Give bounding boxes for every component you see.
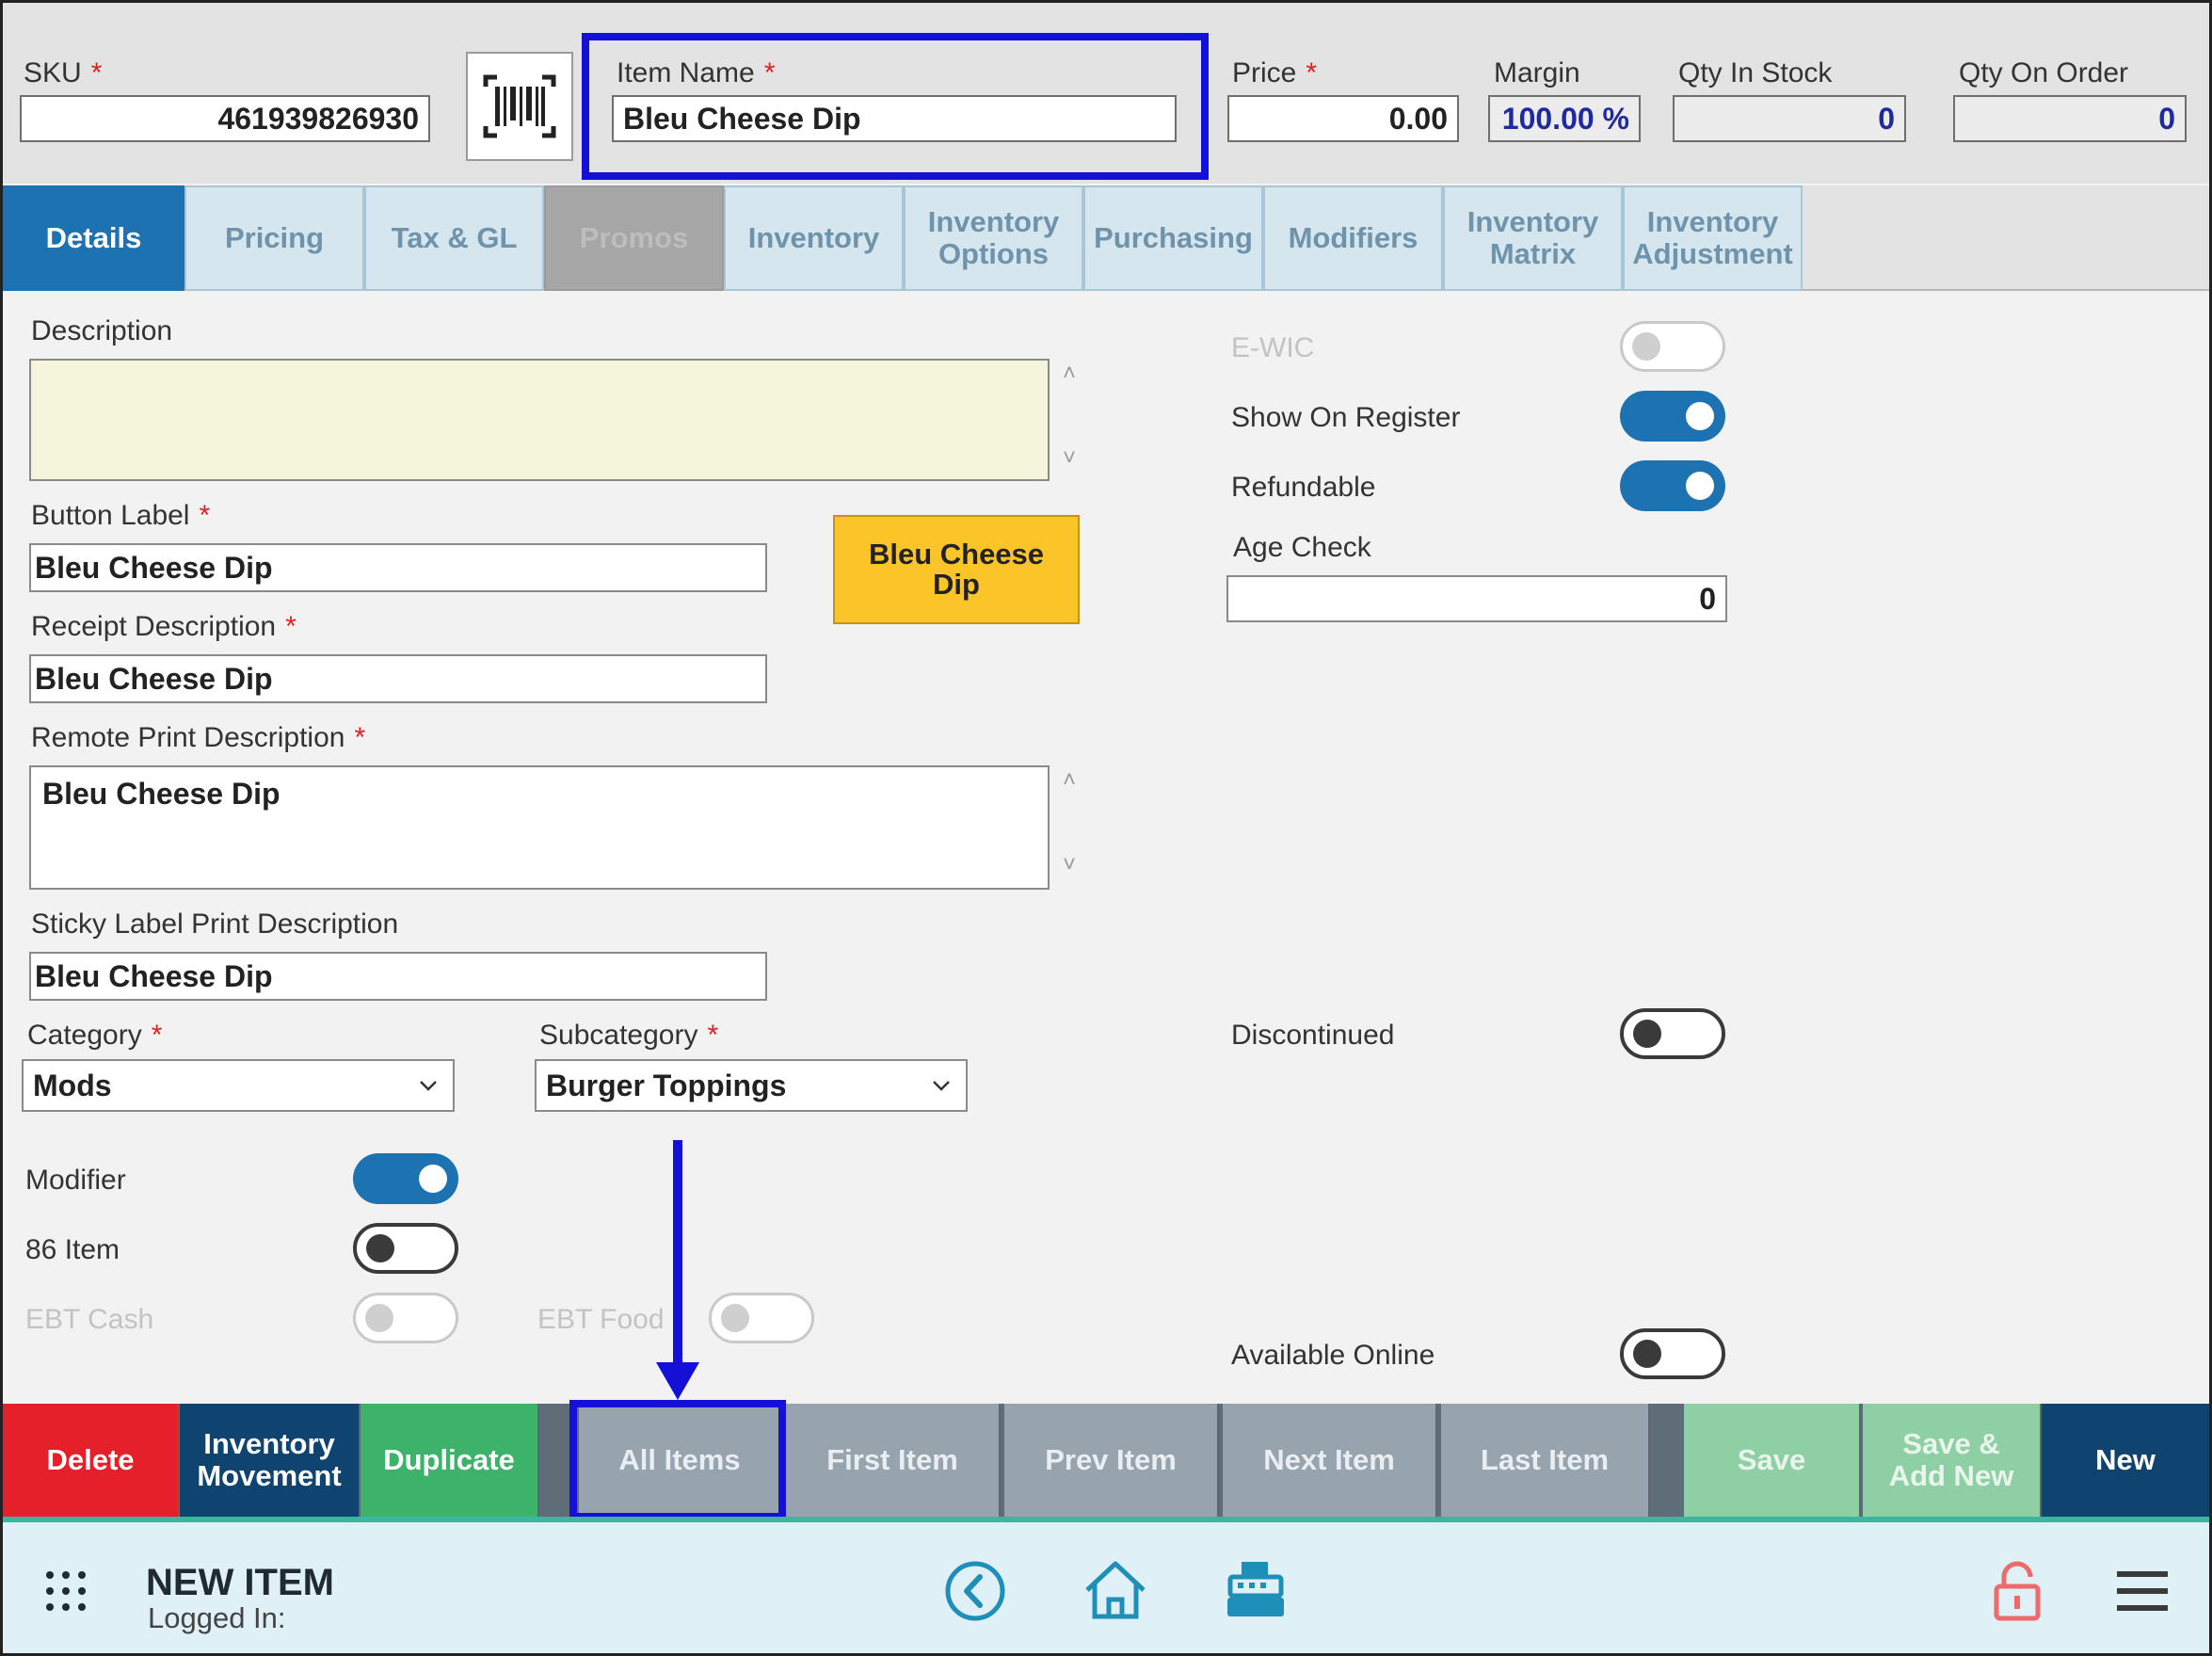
tab-details[interactable]: Details [3, 185, 184, 291]
modifier-toggle[interactable] [353, 1153, 458, 1204]
qty-on-order-value: 0 [1953, 95, 2187, 142]
available-online-label: Available Online [1231, 1340, 1435, 1371]
last-item-button[interactable]: Last Item [1441, 1404, 1650, 1517]
scroll-down-icon[interactable]: ˅ [1055, 852, 1083, 878]
arrow-down-icon [656, 1140, 699, 1400]
margin-value: 100.00 % [1488, 95, 1641, 142]
ewic-label: E-WIC [1231, 332, 1315, 363]
logged-in-label: Logged In: [148, 1601, 286, 1634]
discontinued-label: Discontinued [1231, 1020, 1395, 1051]
refundable-toggle[interactable] [1620, 460, 1725, 511]
inventory-movement-button[interactable]: Inventory Movement [180, 1404, 361, 1517]
button-label-input[interactable]: Bleu Cheese Dip [29, 543, 767, 592]
item-editor-window: SKU * 461939826930 Item Name * Bleu Cheese… [0, 0, 2212, 1656]
register-icon[interactable] [1225, 1558, 1287, 1620]
category-label: Category * [27, 1020, 163, 1051]
menu-icon[interactable] [2115, 1569, 2170, 1613]
price-input[interactable]: 0.00 [1227, 95, 1459, 142]
item86-label: 86 Item [25, 1234, 120, 1265]
barcode-scan-button[interactable] [466, 52, 573, 161]
price-label: Price * [1232, 57, 1318, 88]
age-check-input[interactable]: 0 [1226, 575, 1727, 622]
subcategory-label: Subcategory * [539, 1020, 719, 1051]
ebt-food-toggle [709, 1293, 814, 1343]
sku-input[interactable]: 461939826930 [20, 95, 430, 142]
prev-item-button[interactable]: Prev Item [1004, 1404, 1219, 1517]
toggle-knob [1686, 472, 1714, 500]
first-item-button[interactable]: First Item [786, 1404, 1001, 1517]
receipt-description-label: Receipt Description * [31, 611, 297, 642]
sticky-label-label: Sticky Label Print Description [31, 908, 399, 940]
toggle-knob [721, 1304, 749, 1332]
ebt-cash-toggle [353, 1293, 458, 1343]
tab-pricing[interactable]: Pricing [184, 185, 364, 291]
chevron-down-icon [420, 1081, 437, 1091]
footer-bar: NEW ITEM Logged In: [3, 1522, 2209, 1653]
all-items-highlight [569, 1400, 786, 1520]
barcode-icon [483, 74, 556, 138]
scroll-down-icon[interactable]: ˅ [1055, 445, 1083, 472]
qty-in-stock-value: 0 [1673, 95, 1906, 142]
button-preview: Bleu Cheese Dip [833, 515, 1080, 624]
toggle-knob [1632, 332, 1660, 361]
subcategory-select[interactable]: Burger Toppings [535, 1059, 968, 1112]
toggle-knob [366, 1234, 394, 1262]
toggle-knob [419, 1165, 447, 1193]
toggle-knob [365, 1304, 393, 1332]
apps-grid-icon[interactable] [44, 1569, 88, 1613]
duplicate-button[interactable]: Duplicate [361, 1404, 539, 1517]
toggle-knob [1686, 402, 1714, 430]
refundable-label: Refundable [1231, 472, 1376, 503]
receipt-description-input[interactable]: Bleu Cheese Dip [29, 654, 767, 703]
tab-inventory[interactable]: Inventory [724, 185, 904, 291]
next-item-button[interactable]: Next Item [1223, 1404, 1437, 1517]
tab-inventory-options[interactable]: Inventory Options [904, 185, 1083, 291]
ebt-food-label: EBT Food [537, 1304, 665, 1335]
remote-print-textarea[interactable]: Bleu Cheese Dip [29, 765, 1050, 890]
qty-on-order-label: Qty On Order [1959, 57, 2129, 88]
tab-bar: Details Pricing Tax & GL Promos Inventor… [3, 185, 2209, 291]
sticky-label-input[interactable]: Bleu Cheese Dip [29, 952, 767, 1001]
lock-icon[interactable] [1993, 1560, 2042, 1622]
tab-inventory-adjustment[interactable]: Inventory Adjustment [1623, 185, 1803, 291]
remote-print-label: Remote Print Description * [31, 722, 366, 753]
chevron-down-icon [933, 1081, 950, 1091]
age-check-label: Age Check [1233, 532, 1371, 563]
delete-button[interactable]: Delete [3, 1404, 180, 1517]
toggle-knob [1633, 1020, 1661, 1048]
scroll-up-icon[interactable]: ˄ [1055, 767, 1083, 794]
button-label-label: Button Label * [31, 500, 211, 531]
back-circle-icon[interactable] [944, 1560, 1006, 1622]
tab-tax-gl[interactable]: Tax & GL [364, 185, 544, 291]
margin-label: Margin [1494, 57, 1580, 88]
page-title: NEW ITEM [146, 1562, 334, 1603]
discontinued-toggle[interactable] [1620, 1008, 1725, 1059]
item86-toggle[interactable] [353, 1223, 458, 1274]
sku-label: SKU * [24, 57, 103, 88]
description-label: Description [31, 315, 173, 346]
tab-inventory-matrix[interactable]: Inventory Matrix [1443, 185, 1623, 291]
description-textarea[interactable] [29, 359, 1050, 481]
show-on-register-label: Show On Register [1231, 402, 1461, 433]
new-button[interactable]: New [2042, 1404, 2209, 1517]
home-icon[interactable] [1082, 1558, 1149, 1622]
category-select[interactable]: Mods [22, 1059, 455, 1112]
tab-modifiers[interactable]: Modifiers [1263, 185, 1443, 291]
action-bar: Delete Inventory Movement Duplicate All I… [3, 1404, 2209, 1517]
tab-promos: Promos [544, 185, 724, 291]
save-add-new-button[interactable]: Save & Add New [1863, 1404, 2042, 1517]
ebt-cash-label: EBT Cash [25, 1304, 154, 1335]
toggle-knob [1633, 1340, 1661, 1368]
save-button[interactable]: Save [1684, 1404, 1861, 1517]
ewic-toggle [1620, 321, 1725, 372]
tab-purchasing[interactable]: Purchasing [1083, 185, 1263, 291]
available-online-toggle[interactable] [1620, 1328, 1725, 1379]
show-on-register-toggle[interactable] [1620, 391, 1725, 442]
scroll-up-icon[interactable]: ˄ [1055, 361, 1083, 387]
item-name-highlight [582, 33, 1209, 180]
modifier-label: Modifier [25, 1165, 126, 1196]
qty-in-stock-label: Qty In Stock [1678, 57, 1833, 88]
